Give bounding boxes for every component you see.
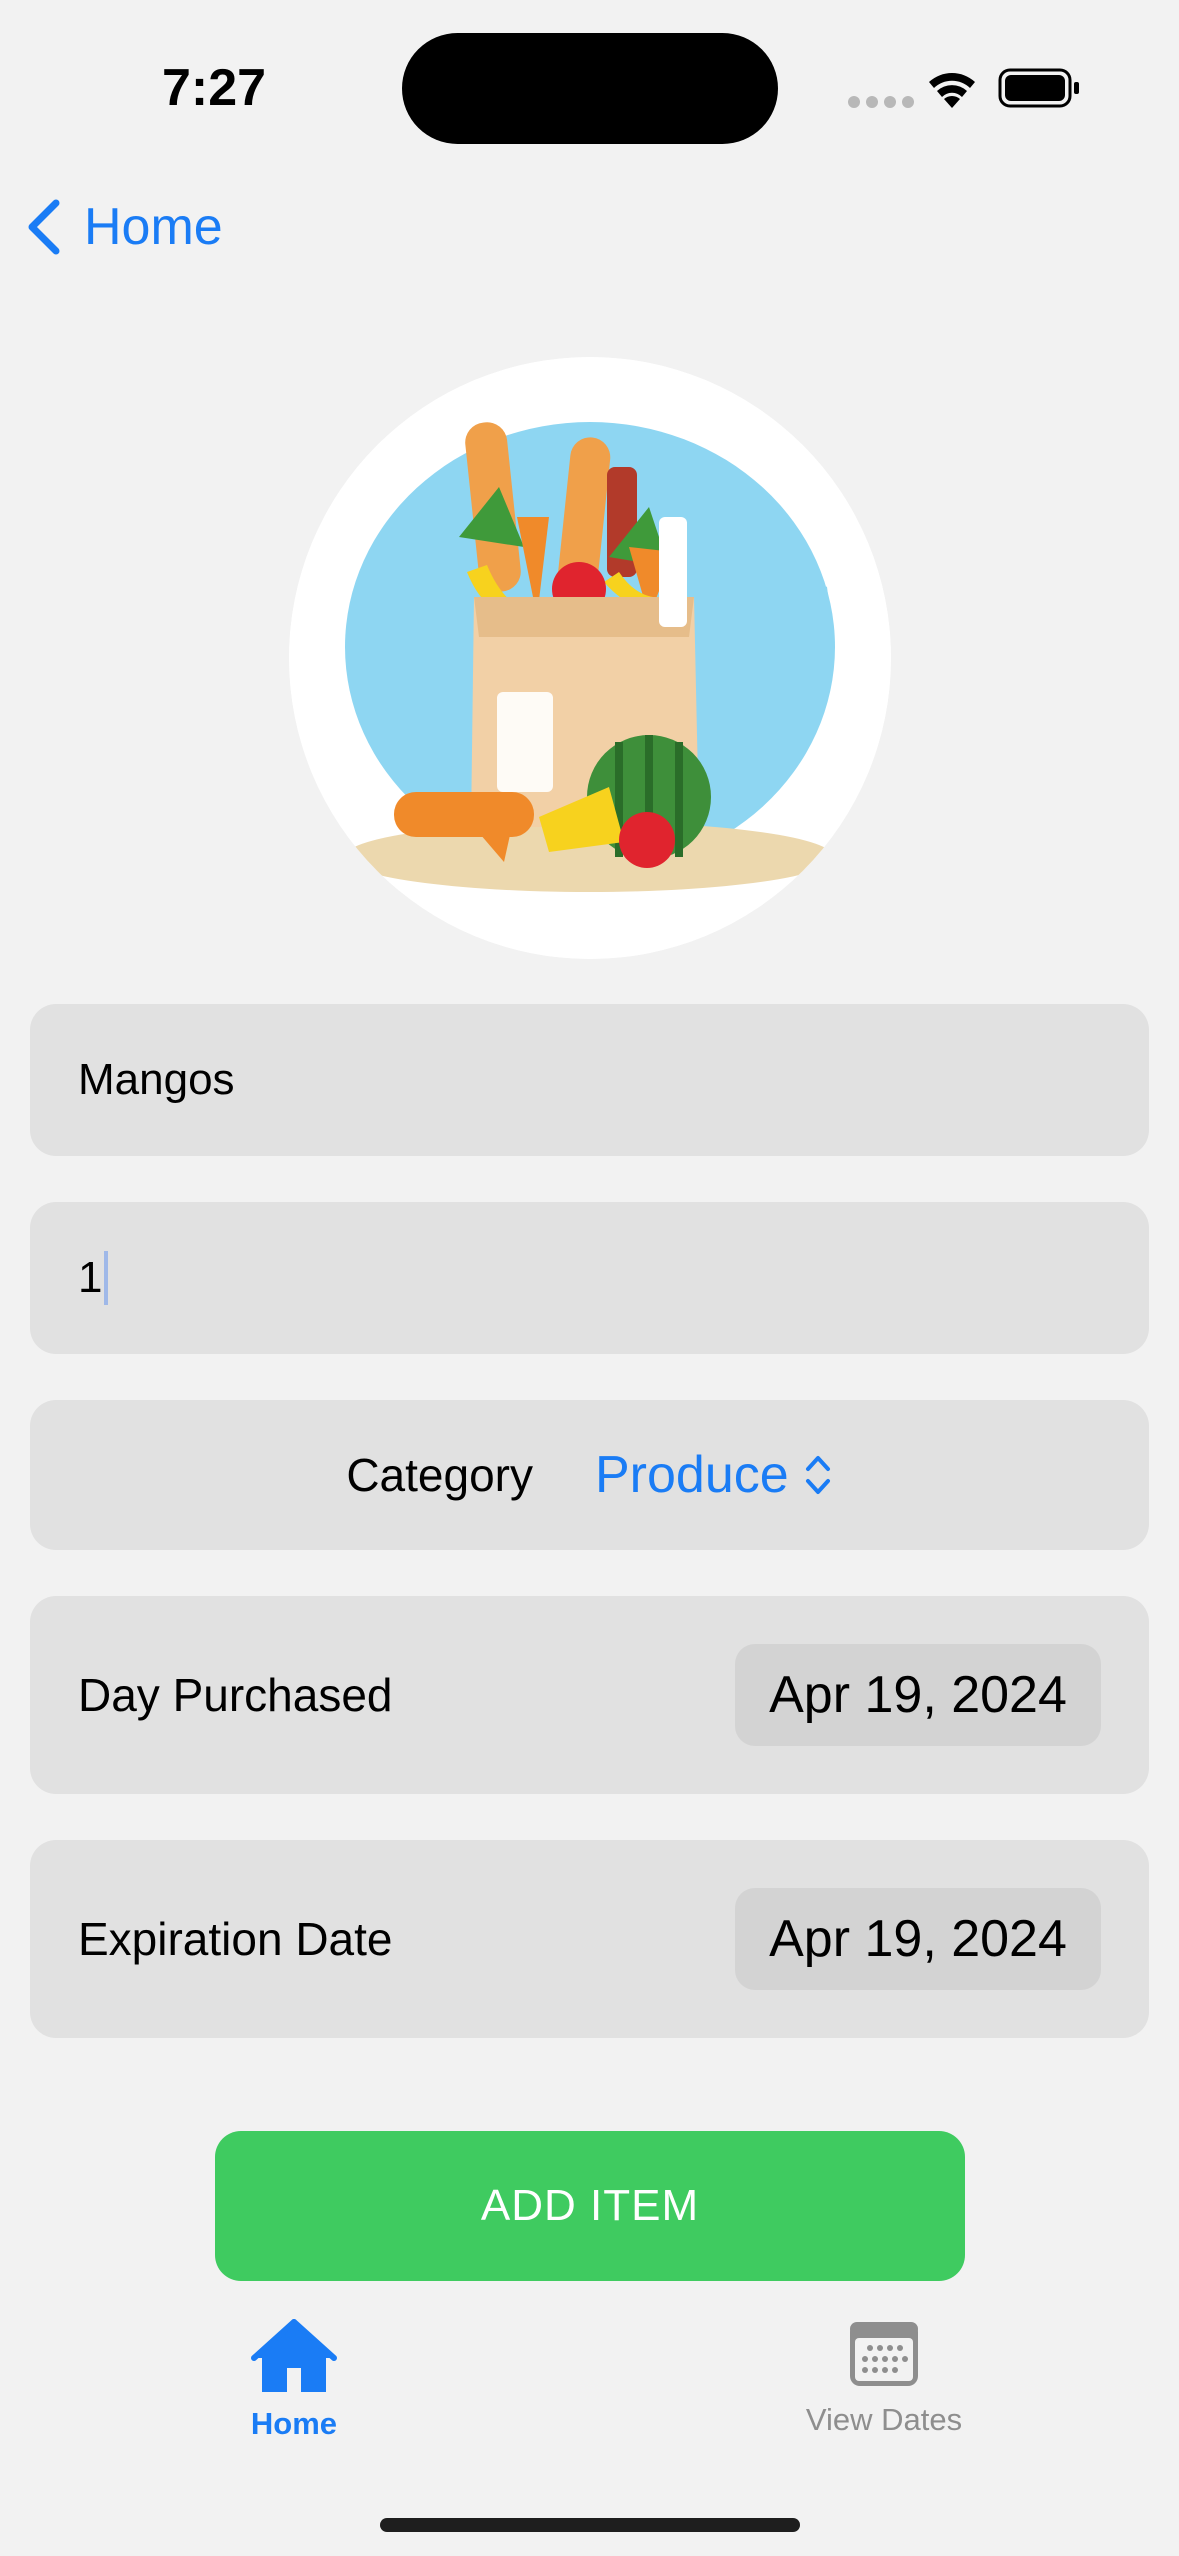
day-purchased-label: Day Purchased bbox=[78, 1669, 393, 1721]
grocery-bag-image bbox=[289, 357, 891, 959]
status-time: 7:27 bbox=[162, 59, 267, 117]
tab-view-dates[interactable]: View Dates bbox=[774, 2318, 994, 2438]
calendar-icon bbox=[850, 2322, 918, 2386]
signal-icon bbox=[848, 96, 914, 108]
chevron-up-down-icon bbox=[805, 1456, 830, 1494]
category-label: Category bbox=[346, 1449, 533, 1501]
add-item-button[interactable]: ADD ITEM bbox=[215, 2131, 965, 2281]
item-name-field[interactable]: Mangos bbox=[30, 1004, 1149, 1156]
day-purchased-row: Day Purchased Apr 19, 2024 bbox=[30, 1596, 1149, 1794]
add-item-screen: 7:27 Home Mangos 1 Category Produce Day … bbox=[0, 0, 1179, 2556]
dynamic-island bbox=[402, 33, 778, 144]
text-cursor bbox=[104, 1251, 109, 1305]
quantity-value: 1 bbox=[78, 1253, 103, 1302]
day-purchased-picker[interactable]: Apr 19, 2024 bbox=[735, 1644, 1101, 1746]
category-picker[interactable]: Produce bbox=[595, 1445, 833, 1505]
item-name-value: Mangos bbox=[78, 1055, 235, 1104]
back-label: Home bbox=[84, 198, 223, 256]
battery-icon bbox=[998, 68, 1079, 108]
category-row: Category Produce bbox=[30, 1400, 1149, 1550]
tab-view-dates-label: View Dates bbox=[805, 2402, 963, 2437]
expiration-date-row: Expiration Date Apr 19, 2024 bbox=[30, 1840, 1149, 2038]
status-icons bbox=[844, 62, 1084, 112]
quantity-field[interactable]: 1 bbox=[30, 1202, 1149, 1354]
expiration-date-label: Expiration Date bbox=[78, 1913, 393, 1965]
tab-home-label: Home bbox=[250, 2406, 338, 2441]
expiration-date-picker[interactable]: Apr 19, 2024 bbox=[735, 1888, 1101, 1990]
home-indicator bbox=[380, 2518, 800, 2532]
tab-home[interactable]: Home bbox=[184, 2318, 404, 2442]
category-value: Produce bbox=[594, 1446, 789, 1504]
house-icon bbox=[251, 2319, 337, 2392]
wifi-icon bbox=[929, 73, 975, 108]
chevron-left-icon bbox=[28, 199, 60, 255]
back-button[interactable]: Home bbox=[24, 192, 223, 262]
